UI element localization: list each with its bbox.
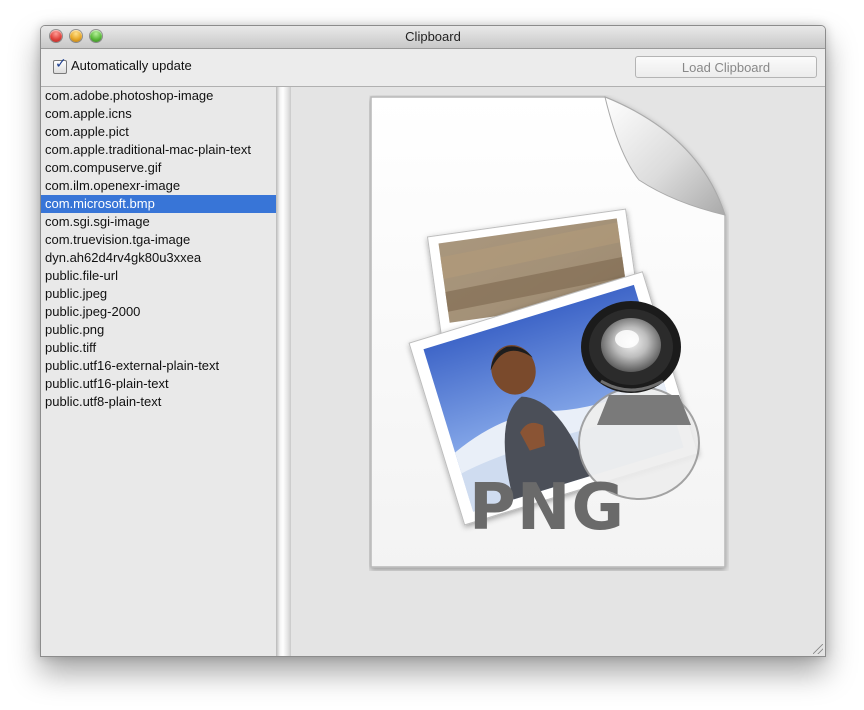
list-item[interactable]: com.ilm.openexr-image <box>41 177 276 195</box>
list-item[interactable]: com.sgi.sgi-image <box>41 213 276 231</box>
resize-grip-icon[interactable] <box>813 644 823 654</box>
window-title: Clipboard <box>405 29 461 44</box>
auto-update-checkbox[interactable]: ✓ <box>53 56 67 74</box>
list-item[interactable]: com.microsoft.bmp <box>41 195 276 213</box>
png-document-icon: PNG <box>369 95 729 571</box>
list-item[interactable]: com.apple.pict <box>41 123 276 141</box>
format-label: PNG <box>469 471 625 545</box>
checkmark-icon: ✓ <box>55 55 67 71</box>
list-item[interactable]: public.png <box>41 321 276 339</box>
list-item[interactable]: public.jpeg <box>41 285 276 303</box>
list-item[interactable]: public.utf8-plain-text <box>41 393 276 411</box>
list-item[interactable]: public.file-url <box>41 267 276 285</box>
clipboard-window: Clipboard ✓ Automatically update Load Cl… <box>40 25 826 657</box>
preview-pane: PNG <box>291 87 825 656</box>
list-item[interactable]: public.utf16-external-plain-text <box>41 357 276 375</box>
list-item[interactable]: dyn.ah62d4rv4gk80u3xxea <box>41 249 276 267</box>
list-item[interactable]: com.compuserve.gif <box>41 159 276 177</box>
auto-update-label[interactable]: Automatically update <box>71 58 192 73</box>
list-item[interactable]: com.adobe.photoshop-image <box>41 87 276 105</box>
type-list[interactable]: com.adobe.photoshop-image com.apple.icns c… <box>41 87 276 656</box>
list-item[interactable]: com.apple.traditional-mac-plain-text <box>41 141 276 159</box>
toolbar: ✓ Automatically update Load Clipboard <box>41 49 825 87</box>
list-item[interactable]: com.apple.icns <box>41 105 276 123</box>
load-clipboard-button[interactable]: Load Clipboard <box>635 56 817 78</box>
list-item[interactable]: public.tiff <box>41 339 276 357</box>
split-view-divider[interactable] <box>276 87 291 656</box>
list-item[interactable]: public.utf16-plain-text <box>41 375 276 393</box>
list-item[interactable]: com.truevision.tga-image <box>41 231 276 249</box>
list-item[interactable]: public.jpeg-2000 <box>41 303 276 321</box>
titlebar[interactable]: Clipboard <box>41 26 825 49</box>
